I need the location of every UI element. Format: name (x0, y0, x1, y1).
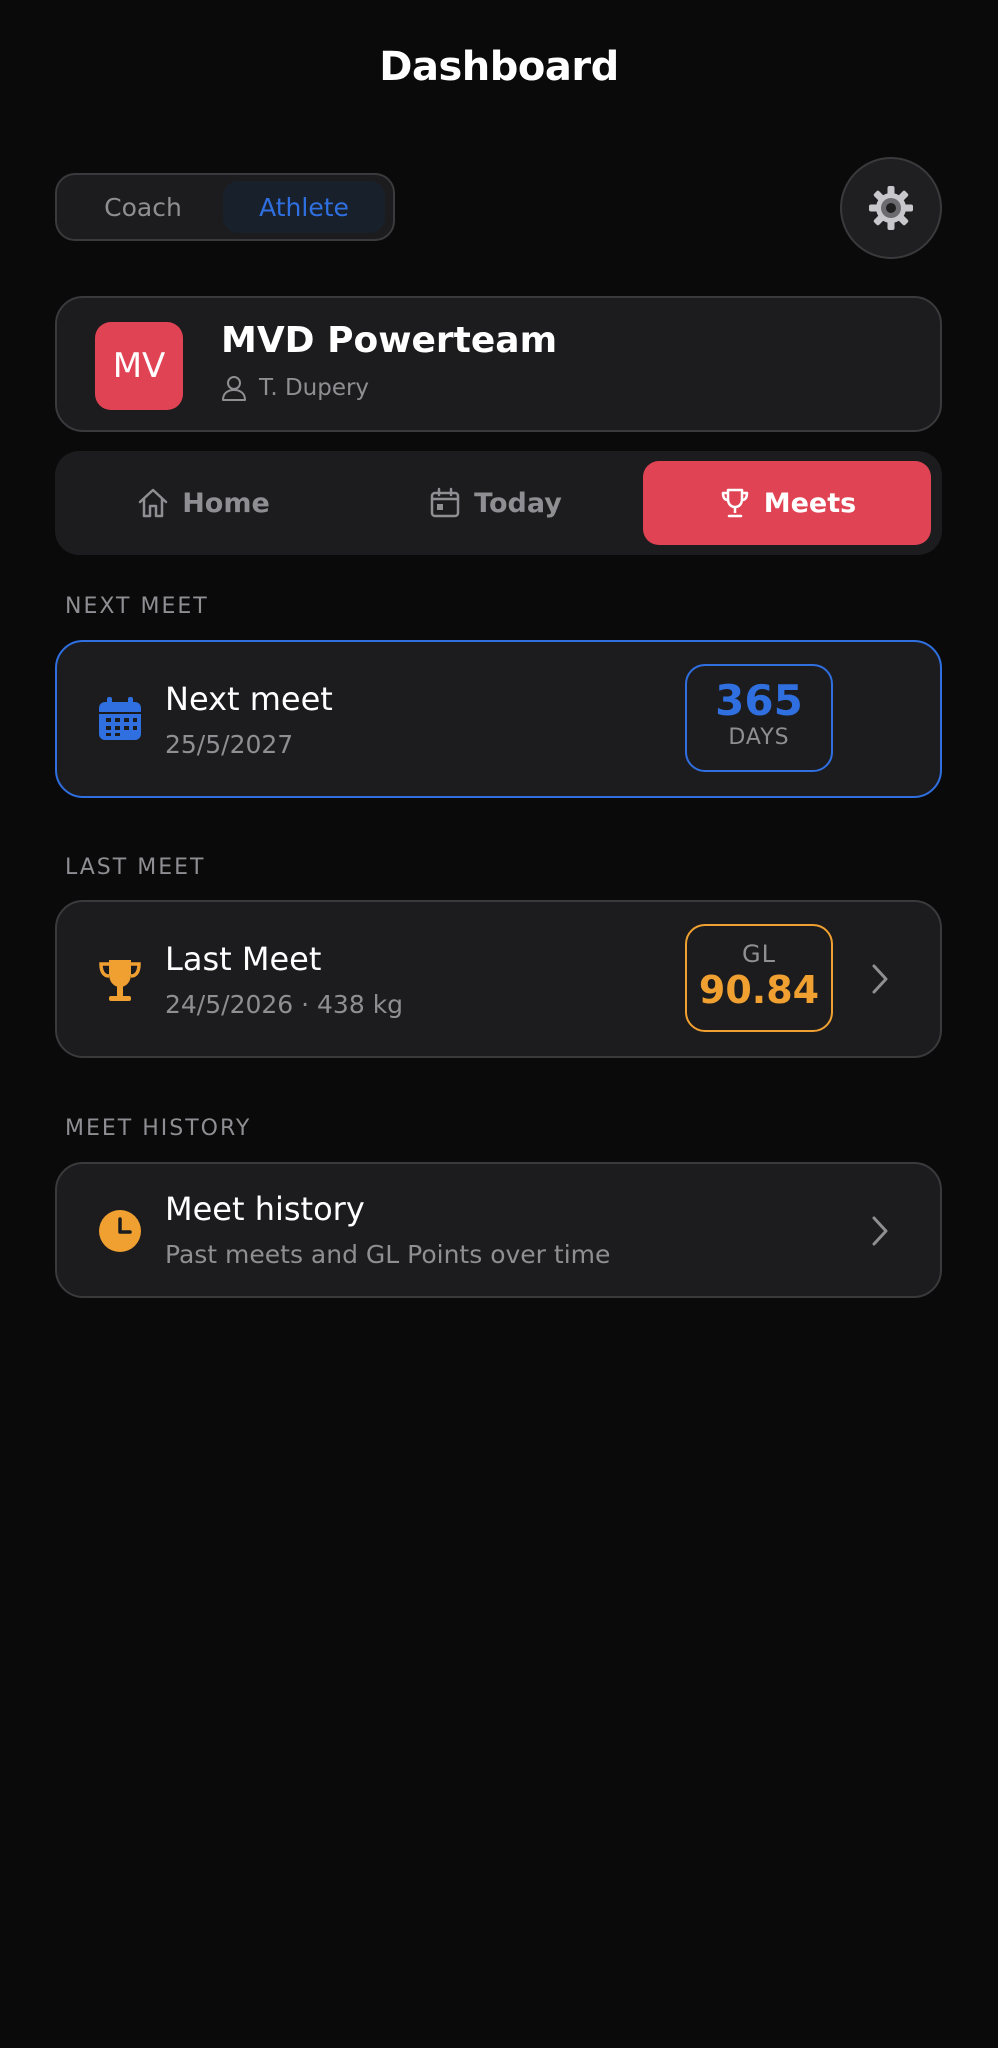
last-meet-section-label: LAST MEET (65, 855, 206, 880)
home-icon (138, 488, 168, 518)
role-athlete-option[interactable]: Athlete (223, 181, 385, 233)
gl-points-badge: GL 90.84 (685, 924, 833, 1032)
clock-icon (99, 1210, 141, 1252)
meet-history-subtitle: Past meets and GL Points over time (165, 1240, 611, 1269)
last-meet-subtitle: 24/5/2026 · 438 kg (165, 990, 404, 1019)
next-meet-card[interactable]: Next meet 25/5/2027 365 DAYS (55, 640, 942, 798)
next-meet-title: Next meet (165, 680, 333, 718)
chevron-right-icon (872, 1216, 888, 1246)
chevron-right-icon (872, 964, 888, 994)
tab-bar: Home Today Meets (55, 451, 942, 555)
calendar-icon (99, 697, 141, 740)
team-name: MVD Powerteam (221, 320, 558, 361)
team-avatar: MV (95, 322, 183, 410)
team-coach-name: T. Dupery (259, 375, 370, 401)
calendar-icon (430, 487, 460, 518)
meet-history-section-label: MEET HISTORY (65, 1116, 252, 1141)
meet-history-title: Meet history (165, 1190, 365, 1228)
gl-points-label: GL (742, 940, 776, 968)
role-coach-option[interactable]: Coach (63, 181, 223, 233)
last-meet-card[interactable]: Last Meet 24/5/2026 · 438 kg GL 90.84 (55, 900, 942, 1058)
next-meet-section-label: NEXT MEET (65, 594, 209, 619)
person-icon (222, 376, 246, 401)
meet-history-card[interactable]: Meet history Past meets and GL Points ov… (55, 1162, 942, 1298)
tab-today[interactable]: Today (351, 461, 639, 545)
gear-icon (869, 186, 913, 230)
team-card[interactable]: MV MVD Powerteam T. Dupery (55, 296, 942, 432)
gl-points-value: 90.84 (698, 968, 820, 1012)
trophy-icon (721, 488, 748, 518)
settings-button[interactable] (840, 157, 942, 259)
page-title: Dashboard (379, 44, 619, 90)
tab-meets-label: Meets (763, 487, 857, 519)
days-until-label: DAYS (728, 725, 790, 750)
trophy-icon (99, 960, 141, 1001)
tab-home-label: Home (182, 487, 270, 519)
tab-home[interactable]: Home (59, 461, 347, 545)
last-meet-title: Last Meet (165, 940, 322, 978)
team-coach: T. Dupery (221, 374, 369, 402)
dashboard-page: Dashboard Coach Athlete MV MVD Powerteam (0, 0, 998, 2048)
tab-today-label: Today (474, 487, 562, 519)
days-until-value: 365 (715, 676, 803, 725)
next-meet-date: 25/5/2027 (165, 730, 294, 759)
days-until-badge: 365 DAYS (685, 664, 833, 772)
tab-meets[interactable]: Meets (643, 461, 931, 545)
role-toggle: Coach Athlete (55, 173, 395, 241)
